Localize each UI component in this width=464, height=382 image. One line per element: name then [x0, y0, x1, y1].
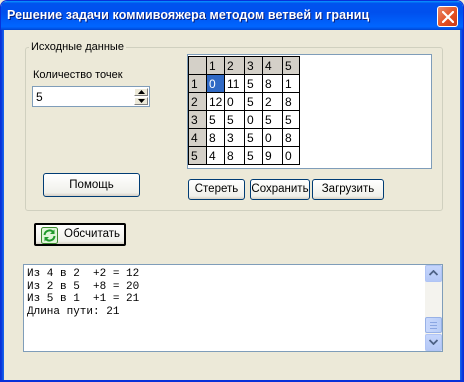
scroll-up-button[interactable] — [425, 265, 442, 282]
grid-cell[interactable]: 5 — [244, 146, 263, 165]
result-output-text: Из 4 в 2 +2 = 12 Из 2 в 5 +8 = 20 Из 5 в 1… — [27, 268, 139, 318]
main-window: Решение задачи коммивояжера методом ветв… — [0, 0, 464, 382]
distance-matrix-grid[interactable]: 1 2 3 4 5 1 0 11 5 8 1 2 12 0 5 2 8 3 5 5 0 5 5 4 8 3 5 0 8 5 4 8 5 9 0 — [187, 54, 432, 169]
result-output-memo[interactable]: Из 4 в 2 +2 = 12 Из 2 в 5 +8 = 20 Из 5 в 1… — [23, 264, 443, 352]
window-frame — [1, 30, 4, 381]
grid-cell[interactable]: 8 — [282, 92, 300, 111]
arrow-down-icon — [138, 99, 145, 103]
grid-row: 2 12 0 5 2 8 — [188, 92, 300, 111]
grid-header-cell: 3 — [188, 110, 207, 129]
grid-header-cell: 3 — [244, 56, 263, 75]
grid-cell[interactable]: 5 — [282, 110, 300, 129]
clear-button[interactable]: Стереть — [188, 179, 245, 200]
calculate-button-label: Обсчитать — [64, 228, 120, 240]
grid-header-cell: 4 — [188, 128, 207, 147]
distance-matrix-table: 1 2 3 4 5 1 0 11 5 8 1 2 12 0 5 2 8 3 5 5 0 5 5 4 8 3 5 0 8 5 4 8 5 9 0 — [188, 56, 300, 165]
vertical-scrollbar[interactable] — [425, 265, 442, 351]
grid-row: 483508 — [188, 128, 300, 147]
grid-cell[interactable]: 0 — [244, 110, 263, 129]
close-icon — [442, 11, 454, 23]
grid-header-cell: 1 — [188, 74, 207, 93]
scrollbar-thumb[interactable] — [425, 317, 442, 333]
grid-cell[interactable]: 12 — [206, 92, 225, 111]
grid-header-cell: 5 — [188, 146, 207, 165]
grid-row: 355055 — [188, 110, 300, 129]
grid-header-cell: 5 — [282, 56, 300, 75]
grid-cell[interactable]: 5 — [244, 92, 263, 111]
point-count-value[interactable]: 5 — [36, 90, 43, 104]
grid-cell[interactable]: 8 — [262, 74, 283, 93]
scroll-down-button[interactable] — [425, 334, 442, 351]
spinner-buttons — [134, 88, 148, 105]
grid-cell[interactable]: 9 — [262, 146, 283, 165]
calculate-button[interactable]: Обсчитать — [34, 223, 126, 246]
title-bar[interactable]: Решение задачи коммивояжера методом ветв… — [1, 1, 463, 30]
grid-cell[interactable]: 8 — [224, 146, 245, 165]
point-count-label: Количество точек — [33, 69, 123, 81]
arrow-up-icon — [138, 90, 145, 94]
grid-cell[interactable]: 0 — [206, 74, 225, 93]
grid-row: 1 0 11 5 8 1 — [188, 74, 300, 93]
refresh-icon — [41, 227, 58, 244]
window-frame — [460, 30, 463, 381]
grid-cell[interactable]: 4 — [206, 146, 225, 165]
point-count-spinner[interactable]: 5 — [32, 86, 150, 107]
grid-cell[interactable]: 5 — [224, 110, 245, 129]
grid-cell[interactable]: 11 — [224, 74, 245, 93]
spinner-up-button[interactable] — [134, 88, 148, 96]
grid-header-cell: 1 — [206, 56, 225, 75]
output-line: Из 4 в 2 +2 = 12 — [27, 268, 140, 280]
output-line: Из 2 в 5 +8 = 20 — [27, 280, 140, 293]
grid-cell[interactable]: 5 — [262, 110, 283, 129]
grid-cell[interactable]: 0 — [262, 128, 283, 147]
load-button[interactable]: Загрузить — [312, 179, 384, 200]
grid-cell[interactable]: 2 — [262, 92, 283, 111]
grid-cell[interactable]: 8 — [282, 128, 300, 147]
grid-cell[interactable]: 0 — [224, 92, 245, 111]
grid-corner-cell — [188, 56, 207, 75]
output-line: Длина пути: 21 — [27, 305, 120, 318]
output-line: Из 5 в 1 +1 = 21 — [27, 293, 140, 305]
grid-header-cell: 2 — [188, 92, 207, 111]
arrow-down-icon — [429, 339, 438, 345]
window-title: Решение задачи коммивояжера методом ветв… — [7, 8, 370, 22]
grid-cell[interactable]: 5 — [244, 74, 263, 93]
grid-header-cell: 4 — [262, 56, 283, 75]
close-button[interactable] — [437, 6, 458, 27]
grid-header-row: 12345 — [188, 56, 300, 75]
grid-cell[interactable]: 5 — [244, 128, 263, 147]
spinner-down-button[interactable] — [134, 97, 148, 105]
help-button[interactable]: Помощь — [43, 173, 140, 197]
grid-cell[interactable]: 1 — [282, 74, 300, 93]
groupbox-legend: Исходные данные — [29, 41, 126, 53]
grid-cell[interactable]: 0 — [282, 146, 300, 165]
grid-cell[interactable]: 5 — [206, 110, 225, 129]
save-button[interactable]: Сохранить — [250, 179, 310, 200]
grid-header-cell: 2 — [224, 56, 245, 75]
grid-row: 548590 — [188, 146, 300, 165]
arrow-up-icon — [429, 270, 438, 276]
grid-cell[interactable]: 3 — [224, 128, 245, 147]
grid-cell[interactable]: 8 — [206, 128, 225, 147]
